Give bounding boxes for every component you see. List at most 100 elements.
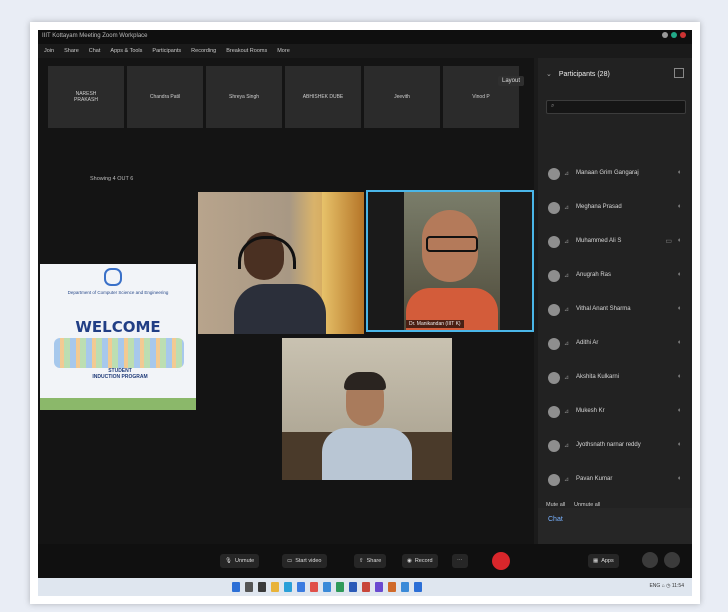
participant-name: Jyothsnath narnar reddy [576, 442, 641, 448]
record-button[interactable]: ◉ Record [402, 554, 438, 568]
mic-muted-icon[interactable]: ◐ [678, 441, 682, 448]
share-button[interactable]: ⇧ Share [354, 554, 387, 568]
slide-subtitle: STUDENT INDUCTION PROGRAM [92, 368, 148, 380]
thumbnail-tile[interactable]: Shreya Singh [206, 66, 282, 128]
participant-row[interactable]: ⊿ Akshita Kulkarni ◐ [544, 366, 686, 400]
mic-muted-icon[interactable]: ◐ [678, 169, 682, 176]
menu-item-join[interactable]: Join [44, 44, 54, 58]
participant-video-active-speaker[interactable]: Dr. Manikandan (IIIT K) [366, 190, 534, 332]
menu-item-share[interactable]: Share [64, 44, 79, 58]
participant-row[interactable]: ⊿ Manaan Grim Gangaraj ◐ [544, 162, 686, 196]
person-body [322, 428, 412, 480]
chat-panel[interactable]: Chat [538, 508, 692, 544]
apps-icon: ▦ [593, 558, 599, 564]
participant-name: Adithi Ar [576, 340, 599, 346]
apps-button[interactable]: ▦ Apps [588, 554, 619, 568]
start-video-label: Start video [295, 558, 322, 564]
logo-icon [104, 268, 122, 286]
mic-muted-icon[interactable]: ◐ [678, 407, 682, 414]
pop-out-icon[interactable] [674, 68, 684, 78]
menu-item-breakout[interactable]: Breakout Rooms [226, 44, 267, 58]
thumbnail-tile[interactable]: Chandra Patil [127, 66, 203, 128]
window-frame-graphic [322, 192, 364, 334]
participants-list: ⊿ Manaan Grim Gangaraj ◐ ⊿ Meghana Prasad ◐ … [544, 162, 686, 502]
mic-muted-icon[interactable]: ◐ [678, 271, 682, 278]
slide-welcome-title: WELCOME [75, 318, 161, 336]
participant-name: Muhammed Ali S [576, 238, 622, 244]
share-label: Share [366, 558, 382, 564]
headset-graphic [238, 236, 296, 269]
chat-tab[interactable]: Chat [548, 516, 563, 523]
profile-avatar[interactable] [642, 552, 658, 568]
chevron-down-icon[interactable]: ⌄ [546, 71, 552, 78]
menu-item-participants[interactable]: Participants [152, 44, 181, 58]
self-view-icon[interactable] [664, 552, 680, 568]
edge-icon[interactable] [284, 582, 292, 592]
menu-item-more[interactable]: More [277, 44, 290, 58]
maximize-icon[interactable] [671, 32, 677, 38]
mic-muted-icon[interactable]: ◐ [678, 203, 682, 210]
app-icon[interactable] [414, 582, 422, 592]
mic-muted-icon[interactable]: ◐ [678, 339, 682, 346]
showing-count: Showing 4 OUT 6 [90, 176, 134, 182]
hair-graphic [344, 372, 386, 390]
app-icon[interactable] [401, 582, 409, 592]
taskbar-icons [232, 582, 422, 592]
participant-row[interactable]: ⊿ Anugrah Ras ◐ [544, 264, 686, 298]
mic-muted-icon[interactable]: ◐ [678, 373, 682, 380]
avatar [548, 440, 560, 452]
zoom-icon[interactable] [297, 582, 305, 592]
participants-search-input[interactable]: ⌕ [546, 100, 686, 114]
word-icon[interactable] [349, 582, 357, 592]
camera-icon[interactable]: ▭ [665, 237, 672, 245]
layout-button[interactable]: Layout [498, 76, 525, 86]
powerpoint-icon[interactable] [362, 582, 370, 592]
slide-crowd-graphic [54, 338, 184, 368]
menu-item-apps[interactable]: Apps & Tools [110, 44, 142, 58]
participant-row[interactable]: ⊿ Mukesh Kr ◐ [544, 400, 686, 434]
chrome-icon[interactable] [310, 582, 318, 592]
mic-muted-icon[interactable]: ◐ [678, 237, 682, 244]
close-icon[interactable] [680, 32, 686, 38]
mic-muted-icon[interactable]: ◐ [678, 475, 682, 482]
search-icon[interactable] [245, 582, 253, 592]
participant-row[interactable]: ⊿ Jyothsnath narnar reddy ◐ [544, 434, 686, 468]
share-icon: ⇧ [359, 558, 364, 564]
end-meeting-button[interactable] [492, 552, 510, 570]
speaker-name-label: Dr. Manikandan (IIIT K) [406, 320, 464, 328]
participant-row[interactable]: ⊿ Meghana Prasad ◐ [544, 196, 686, 230]
thumbnail-tile[interactable]: NARESH PRAKASH [48, 66, 124, 128]
unmute-button[interactable]: 🎙 Unmute [220, 554, 260, 568]
more-button[interactable]: ⋯ [452, 554, 468, 568]
avatar [548, 236, 560, 248]
pin-icon: ⊿ [564, 341, 570, 347]
record-label: Record [414, 558, 433, 564]
avatar [548, 202, 560, 214]
participant-video-young-man[interactable] [282, 338, 452, 480]
system-tray[interactable]: ENG ⌂ ◷ 11:54 [649, 583, 684, 589]
mic-muted-icon[interactable]: ◐ [678, 305, 682, 312]
menu-item-chat[interactable]: Chat [89, 44, 101, 58]
slide-department: Department of Computer Science and Engin… [67, 290, 169, 295]
participant-row[interactable]: ⊿ Muhammed Ali S ▭ ◐ [544, 230, 686, 264]
start-video-button[interactable]: ▭ Start video [282, 554, 327, 568]
welcome-slide-video[interactable]: Department of Computer Science and Engin… [40, 264, 196, 410]
thumbnail-tile[interactable]: ABHISHEK DUBE [285, 66, 361, 128]
file-explorer-icon[interactable] [271, 582, 279, 592]
participant-name: Mukesh Kr [576, 408, 605, 414]
participant-row[interactable]: ⊿ Vithal Anant Sharma ◐ [544, 298, 686, 332]
avatar [548, 474, 560, 486]
thumbnail-tile[interactable]: Jeevith [364, 66, 440, 128]
pin-icon: ⊿ [564, 239, 570, 245]
participant-row[interactable]: ⊿ Pavan Kumar ◐ [544, 468, 686, 502]
minimize-icon[interactable] [662, 32, 668, 38]
teams-icon[interactable] [375, 582, 383, 592]
excel-icon[interactable] [336, 582, 344, 592]
menu-item-recording[interactable]: Recording [191, 44, 216, 58]
participant-row[interactable]: ⊿ Adithi Ar ◐ [544, 332, 686, 366]
start-icon[interactable] [232, 582, 240, 592]
mail-icon[interactable] [323, 582, 331, 592]
participant-video-headset[interactable] [198, 192, 364, 334]
app-icon[interactable] [388, 582, 396, 592]
task-view-icon[interactable] [258, 582, 266, 592]
